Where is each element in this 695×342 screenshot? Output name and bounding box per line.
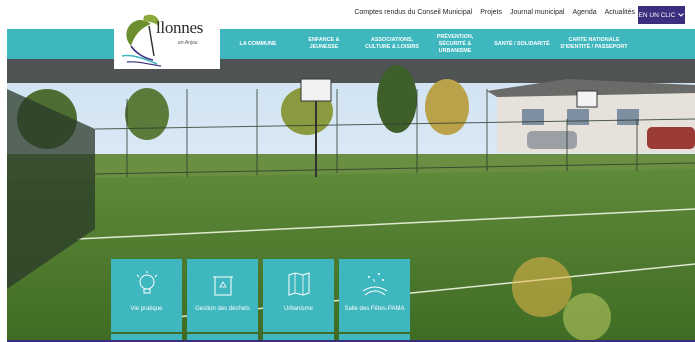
quick-link-vie-pratique[interactable]: Vie pratique <box>111 259 182 332</box>
quick-link-salle-des-fetes[interactable]: Salle des Fêtes-PAMA <box>339 259 410 332</box>
logo-title: llonnes <box>156 18 204 37</box>
tile-label: Salle des Fêtes-PAMA <box>344 306 405 312</box>
nav-enfance-jeunesse[interactable]: ENFANCE & JEUNESSE <box>294 29 354 59</box>
link-projets[interactable]: Projets <box>480 9 502 16</box>
link-agenda[interactable]: Agenda <box>573 9 597 16</box>
quick-link-gestion-dechets[interactable]: Gestion des déchets <box>187 259 258 332</box>
main-navigation: LA COMMUNE ENFANCE & JEUNESSE ASSOCIATIO… <box>7 29 695 59</box>
link-actualites[interactable]: Actualités <box>605 9 635 16</box>
top-bar: Comptes rendus du Conseil Municipal Proj… <box>0 0 695 29</box>
nav-carte-identite-passeport[interactable]: CARTE NATIONALE D'IDENTITÉ / PASSEPORT <box>558 29 630 59</box>
tile-label: Gestion des déchets <box>195 306 250 312</box>
lightbulb-icon <box>136 271 158 294</box>
map-icon <box>288 272 310 296</box>
en-un-clic-label: EN UN CLIC <box>638 11 676 19</box>
nav-prevention-securite-urbanisme[interactable]: PRÉVENTION, SÉCURITÉ & URBANISME <box>425 29 485 59</box>
logo-subtitle: en Anjou <box>178 40 198 46</box>
nav-sante-solidarite[interactable]: SANTÉ / SOLIDARITÉ <box>493 29 551 59</box>
quick-link-urbanisme[interactable]: Urbanisme <box>263 259 334 332</box>
chevron-down-icon <box>678 12 685 19</box>
site-logo[interactable]: llonnes en Anjou <box>114 12 220 69</box>
top-links: Comptes rendus du Conseil Municipal Proj… <box>354 9 635 16</box>
link-comptes-rendus[interactable]: Comptes rendus du Conseil Municipal <box>354 9 472 16</box>
en-un-clic-button[interactable]: EN UN CLIC <box>638 6 685 24</box>
nav-associations-culture-loisirs[interactable]: ASSOCIATIONS, CULTURE & LOISIRS <box>363 29 421 59</box>
tile-label: Urbanisme <box>283 306 313 312</box>
tile-label: Vie pratique <box>130 306 163 312</box>
nav-la-commune[interactable]: LA COMMUNE <box>236 29 280 59</box>
recycling-bin-icon <box>213 276 233 296</box>
festive-icon <box>362 273 388 296</box>
link-journal-municipal[interactable]: Journal municipal <box>510 9 564 16</box>
